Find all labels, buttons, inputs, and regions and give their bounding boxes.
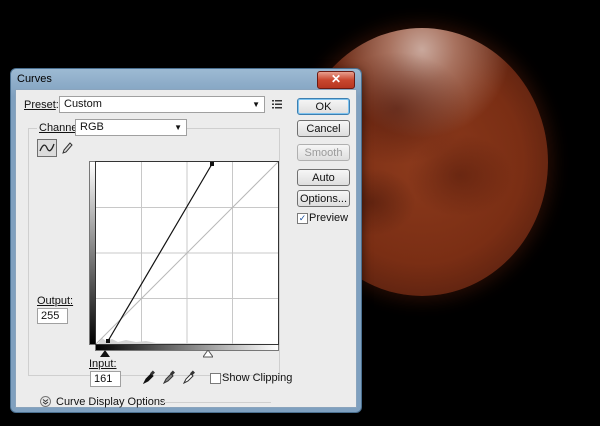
options-button[interactable]: Options... <box>297 190 350 207</box>
show-clipping-label: Show Clipping <box>222 372 293 384</box>
show-clipping-checkbox[interactable] <box>210 373 221 384</box>
output-label: Output: <box>37 295 74 307</box>
curve-graph[interactable] <box>95 161 279 345</box>
dialog-body: Preset: Custom ▼ OK Cancel Smooth Auto O… <box>15 89 357 408</box>
divider <box>163 402 271 403</box>
chevron-down-icon: ▼ <box>174 123 182 132</box>
eyedropper-white-icon[interactable] <box>183 370 195 384</box>
input-label: Input: <box>89 358 117 370</box>
chevron-down-icon: ▼ <box>252 100 260 109</box>
curve-point-start[interactable] <box>106 339 110 343</box>
curves-dialog: Curves ✕ Preset: Custom ▼ OK Cancel Smoo… <box>10 68 362 413</box>
expand-chevron-icon[interactable] <box>40 396 51 407</box>
window-title: Curves <box>17 73 52 85</box>
curve-point-end[interactable] <box>210 162 214 166</box>
smooth-button[interactable]: Smooth <box>297 144 350 161</box>
channel-value: RGB <box>80 121 104 133</box>
pencil-icon[interactable] <box>61 141 73 155</box>
curve-display-options-label[interactable]: Curve Display Options <box>56 396 165 408</box>
preset-label: Preset: <box>24 99 59 111</box>
input-gradient-bar <box>95 344 279 351</box>
eyedropper-gray-icon[interactable] <box>163 370 175 384</box>
white-point-slider[interactable] <box>203 350 213 358</box>
preview-checkbox[interactable]: ✓ <box>297 213 308 224</box>
close-button[interactable]: ✕ <box>317 71 355 89</box>
cancel-button[interactable]: Cancel <box>297 120 350 137</box>
preset-select[interactable]: Custom ▼ <box>59 96 265 113</box>
title-bar[interactable]: Curves ✕ <box>11 69 361 89</box>
list-menu-icon[interactable] <box>272 99 282 109</box>
output-field[interactable]: 255 <box>37 308 68 324</box>
ok-button[interactable]: OK <box>297 98 350 115</box>
input-field[interactable]: 161 <box>90 371 121 387</box>
eyedropper-black-icon[interactable] <box>143 370 155 384</box>
auto-button[interactable]: Auto <box>297 169 350 186</box>
preview-label: Preview <box>309 212 349 224</box>
channel-select[interactable]: RGB ▼ <box>75 119 187 136</box>
histogram <box>98 338 278 344</box>
black-point-slider[interactable] <box>100 350 110 358</box>
preset-value: Custom <box>64 98 102 110</box>
curve-point-tool-icon[interactable] <box>37 139 57 157</box>
